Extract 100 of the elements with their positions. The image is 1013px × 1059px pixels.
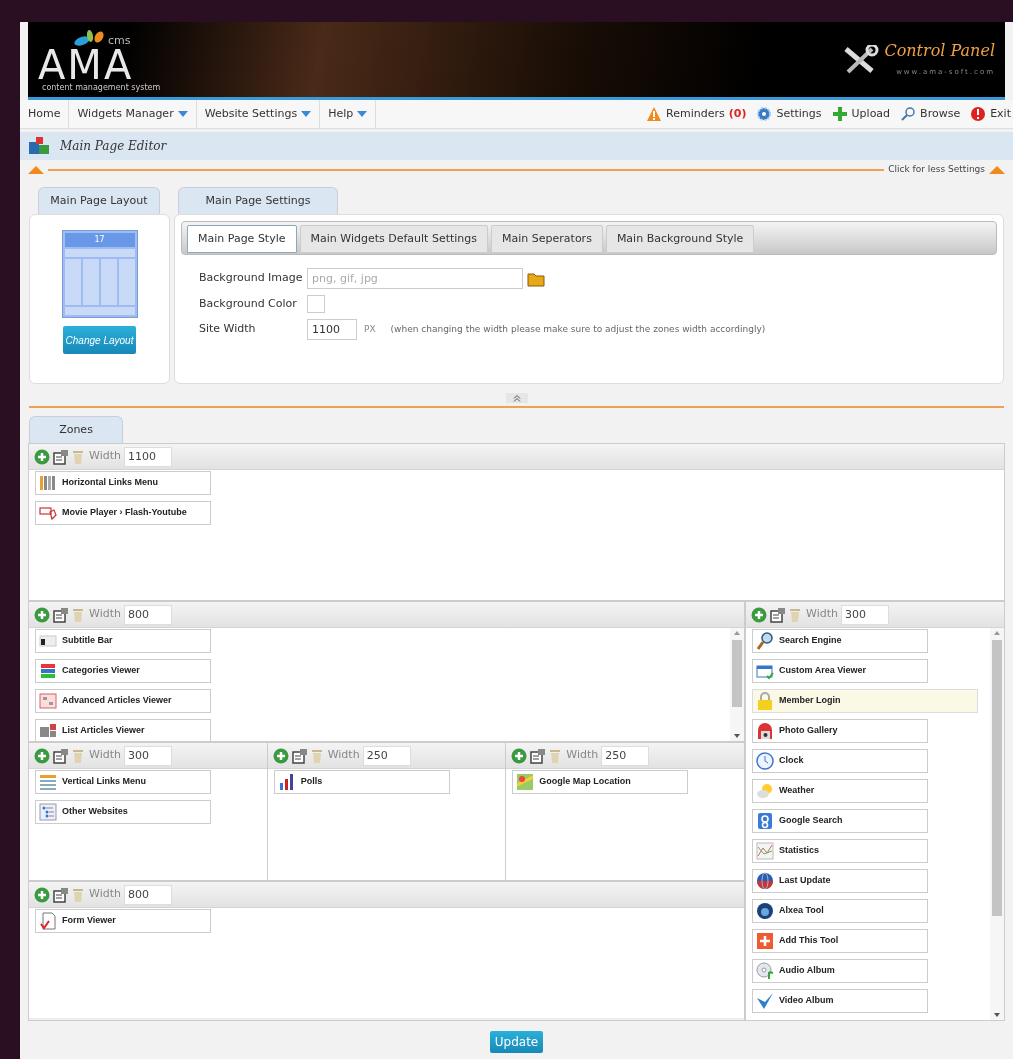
zone-width-field[interactable]: 250 xyxy=(362,745,411,766)
properties-button[interactable] xyxy=(53,448,69,465)
window-icon xyxy=(756,662,774,680)
add-button[interactable] xyxy=(34,886,50,903)
properties-button[interactable] xyxy=(53,606,69,623)
add-icon xyxy=(34,606,50,623)
blocks-icon xyxy=(28,136,52,156)
list-icon xyxy=(39,722,57,740)
widget-item[interactable]: Subtitle Bar xyxy=(35,629,211,653)
clipboard-icon xyxy=(53,747,69,764)
widget-item[interactable]: Google Map Location xyxy=(512,770,689,794)
settings-tab[interactable]: Main Seperators xyxy=(491,225,603,253)
add-button[interactable] xyxy=(34,448,50,465)
nav-menu-item[interactable]: Home xyxy=(20,100,70,128)
nav-upload-link[interactable]: Upload xyxy=(831,105,891,123)
add-icon xyxy=(751,606,767,623)
unit-label: PX xyxy=(364,322,376,336)
width-label: Width xyxy=(89,448,121,465)
add-button[interactable] xyxy=(751,606,767,623)
nav-menu-item[interactable]: Website Settings xyxy=(196,100,321,128)
caret-icon xyxy=(177,111,188,117)
site-width-field[interactable]: 1100 xyxy=(307,319,357,340)
settings-tab[interactable]: Main Background Style xyxy=(605,225,755,253)
add-icon xyxy=(511,747,528,764)
clipboard-icon xyxy=(53,606,69,623)
trash-icon xyxy=(310,747,323,764)
width-label: Width xyxy=(566,747,599,764)
zone-width-field[interactable]: 250 xyxy=(601,745,650,766)
color-swatch[interactable] xyxy=(307,295,325,313)
add-button[interactable] xyxy=(34,606,50,623)
settings-tab[interactable]: Main Widgets Default Settings xyxy=(299,225,489,253)
panel-tab[interactable]: Main Page Layout xyxy=(38,187,160,214)
panel-tab[interactable]: Main Page Settings xyxy=(178,187,338,214)
add-icon xyxy=(34,886,50,903)
zone-width-field[interactable]: 1100 xyxy=(123,446,172,467)
field-label: Site Width xyxy=(199,321,257,338)
bar-chart-icon xyxy=(277,773,296,791)
widget-item[interactable]: Form Viewer xyxy=(35,909,211,933)
scrollbar[interactable] xyxy=(990,628,1004,1020)
widget-item[interactable]: Photo Gallery xyxy=(752,719,928,743)
widget-item[interactable]: List Articles Viewer xyxy=(35,719,211,741)
properties-button[interactable] xyxy=(291,747,308,764)
widget-item[interactable]: Custom Area Viewer xyxy=(752,659,928,683)
plus-icon xyxy=(756,932,774,950)
settings-tab[interactable]: Main Page Style xyxy=(187,225,297,253)
hint-text: (when changing the width please make sure to adjust the zones width accordingly) xyxy=(390,322,766,336)
settings-toggle-link[interactable]: Click for less Settings xyxy=(888,163,1005,177)
widget-item[interactable]: Movie Player › Flash-Youtube xyxy=(35,501,211,525)
disc-icon xyxy=(756,962,774,980)
add-button[interactable] xyxy=(272,747,289,764)
bar-icon xyxy=(39,632,57,650)
widget-item[interactable]: Vertical Links Menu xyxy=(35,770,211,794)
swoosh-icon xyxy=(756,992,774,1010)
widget-item[interactable]: Categories Viewer xyxy=(35,659,211,683)
nav-menu-item[interactable]: Help xyxy=(320,100,377,128)
widget-item[interactable]: Clock xyxy=(752,749,928,773)
properties-button[interactable] xyxy=(53,747,69,764)
widget-item[interactable]: Member Login xyxy=(752,689,978,713)
background-image-field[interactable]: png, gif, jpg xyxy=(307,268,523,289)
clipboard-icon xyxy=(53,448,69,465)
caret-icon xyxy=(357,111,368,117)
add-button[interactable] xyxy=(34,747,50,764)
caret-icon xyxy=(301,111,312,117)
properties-button[interactable] xyxy=(770,606,786,623)
widget-item[interactable]: Horizontal Links Menu xyxy=(35,471,211,495)
widget-item[interactable]: Advanced Articles Viewer xyxy=(35,689,211,713)
collapse-button[interactable] xyxy=(505,393,528,403)
search-icon xyxy=(900,106,917,122)
add-icon xyxy=(34,448,50,465)
zone-width-field[interactable]: 300 xyxy=(123,745,172,766)
add-button[interactable] xyxy=(511,747,528,764)
tree-list-icon xyxy=(39,803,57,821)
nav-reminders-link[interactable]: Reminders (0) xyxy=(646,105,747,123)
widget-item[interactable]: Statistics xyxy=(752,839,928,863)
nav-browse-link[interactable]: Browse xyxy=(900,105,961,123)
clock-icon xyxy=(756,752,774,770)
clipboard-icon xyxy=(291,747,308,764)
widget-item[interactable]: Weather xyxy=(752,779,928,803)
zone-width-field[interactable]: 300 xyxy=(840,604,889,625)
widget-item[interactable]: Search Engine xyxy=(752,629,928,653)
nav-menu-item[interactable]: Widgets Manager xyxy=(69,100,197,128)
properties-button[interactable] xyxy=(53,886,69,903)
zone-width-field[interactable]: 800 xyxy=(123,884,172,905)
scrollbar[interactable] xyxy=(730,628,744,741)
widget-item[interactable]: Alxea Tool xyxy=(752,899,928,923)
logo-text: AMA xyxy=(38,46,134,83)
widget-item[interactable]: Google Search xyxy=(752,809,928,833)
widget-item[interactable]: Audio Album xyxy=(752,959,928,983)
widget-item[interactable]: Other Websites xyxy=(35,800,211,824)
zones-tab[interactable]: Zones xyxy=(29,416,123,443)
tools-icon xyxy=(842,44,881,75)
nav-settings-link[interactable]: Settings xyxy=(756,105,822,123)
widget-item[interactable]: Last Update xyxy=(752,869,928,893)
nav-exit-link[interactable]: Exit xyxy=(970,105,1011,123)
widget-item[interactable]: Add This Tool xyxy=(752,929,928,953)
widget-item[interactable]: Polls xyxy=(273,770,450,794)
widget-item[interactable]: Video Album xyxy=(752,989,928,1013)
form-icon xyxy=(39,912,57,930)
map-icon xyxy=(516,773,535,791)
zone-width-field[interactable]: 800 xyxy=(123,604,172,625)
